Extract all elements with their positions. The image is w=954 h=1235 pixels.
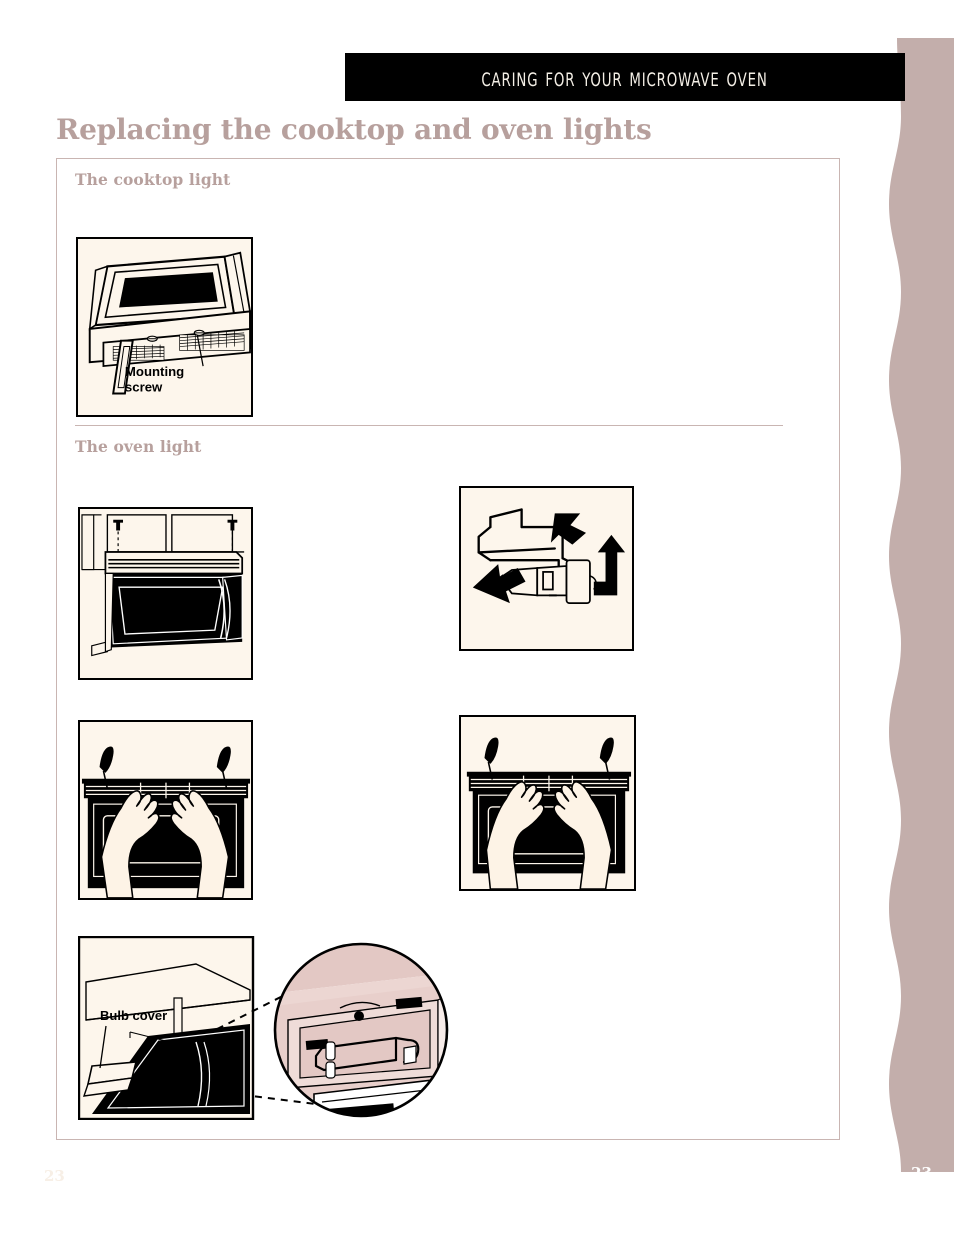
section-heading-oven: The oven light	[75, 437, 202, 456]
chapter-header-title: Caring for Your Microwave Oven	[481, 61, 769, 93]
svg-text:screw: screw	[125, 380, 163, 395]
page-title: Replacing the cooktop and oven lights	[56, 113, 652, 146]
section-heading-cooktop: The cooktop light	[75, 170, 231, 189]
hands-supporting-oven-figure-2	[459, 715, 636, 891]
svg-text:Bulb cover: Bulb cover	[100, 1008, 167, 1023]
page-number-watermark: 23	[44, 1167, 65, 1185]
cooktop-light-figure: Mounting screw Mounting screw	[76, 237, 253, 417]
svg-text:Mounting: Mounting	[125, 364, 184, 379]
bulb-clip-figure	[459, 486, 634, 651]
content-box: The cooktop light Mounting screw The ove…	[56, 158, 840, 1140]
section-divider	[75, 425, 783, 426]
decorative-edge-band	[875, 38, 954, 1172]
page-number: 23	[911, 1164, 932, 1182]
chapter-header-bar: Caring for Your Microwave Oven	[345, 53, 905, 101]
bulb-cover-figure: Bulb cover	[78, 936, 466, 1120]
oven-mounted-figure	[78, 507, 253, 680]
hands-supporting-oven-figure-1	[78, 720, 253, 900]
